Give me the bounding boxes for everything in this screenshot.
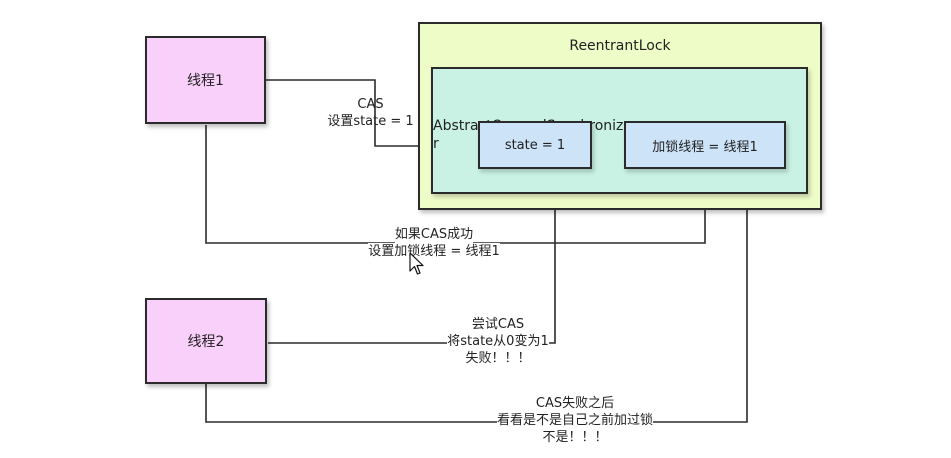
thread2-box: 线程2: [145, 298, 267, 384]
annotation-cas-set: CAS 设置state = 1: [308, 96, 433, 130]
lock-thread-box: 加锁线程 = 线程1: [624, 121, 786, 169]
reentrant-lock-title: ReentrantLock: [569, 38, 671, 54]
mouse-pointer-icon: [409, 252, 424, 275]
annotation-cas-set-line2: 设置state = 1: [327, 114, 414, 129]
state-box: state = 1: [478, 121, 592, 169]
annotation-cas-try-line2: 将state从0变为1: [447, 333, 549, 350]
annotation-cas-try-line1: 尝试CAS: [471, 316, 525, 333]
annotation-cas-fail-line1: CAS失败之后: [535, 395, 615, 412]
annotation-cas-try: 尝试CAS 将state从0变为1 失败！！！: [418, 316, 578, 367]
annotation-cas-success-line2: 设置加锁线程 = 线程1: [368, 243, 500, 260]
aqs-title-line2: r: [433, 135, 439, 152]
thread1-label: 线程1: [187, 73, 224, 89]
thread2-label: 线程2: [187, 334, 225, 350]
annotation-cas-fail-line3: 不是！！！: [542, 429, 608, 446]
annotation-cas-fail-line2: 看看是不是自己之前加过锁: [496, 412, 653, 429]
annotation-cas-fail: CAS失败之后 看看是不是自己之前加过锁 不是！！！: [460, 395, 690, 446]
annotation-cas-try-line3: 失败！！！: [465, 350, 531, 367]
annotation-cas-success: 如果CAS成功 设置加锁线程 = 线程1: [334, 226, 534, 260]
thread1-box: 线程1: [145, 36, 266, 124]
state-label: state = 1: [504, 137, 566, 153]
annotation-cas-set-line1: CAS: [357, 97, 384, 112]
annotation-cas-success-line1: 如果CAS成功: [394, 226, 474, 243]
lock-thread-label: 加锁线程 = 线程1: [652, 139, 758, 155]
